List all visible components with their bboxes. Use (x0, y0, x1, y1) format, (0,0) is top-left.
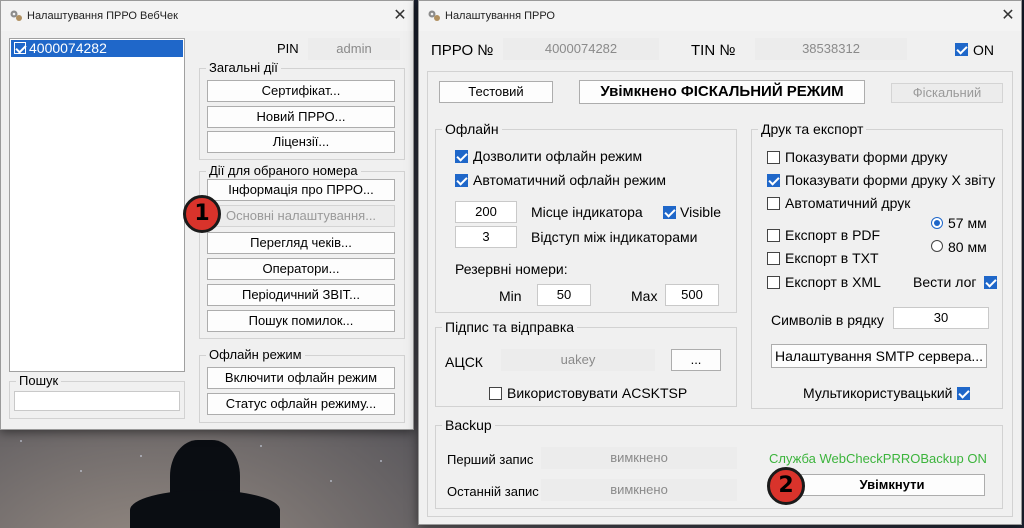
prro-list[interactable]: 4000074282 (9, 38, 185, 372)
on-label: ON (973, 42, 994, 58)
fiscal-button[interactable]: Фіскальний (891, 83, 1003, 103)
prro-number-label: ПРРО № (431, 42, 494, 59)
offline-enable-button[interactable]: Включити офлайн режим (207, 367, 395, 389)
show-forms-checkbox[interactable] (767, 151, 780, 164)
pin-field[interactable]: admin (308, 38, 400, 60)
title-bar: Налаштування ПРРО ВебЧек ✕ (1, 1, 413, 31)
tin-field[interactable]: 38538312 (755, 38, 907, 60)
licenses-button[interactable]: Ліцензії... (207, 131, 395, 153)
group-offline-title: Офлайн режим (206, 347, 305, 362)
offline-status-button[interactable]: Статус офлайн режиму... (207, 393, 395, 415)
signing-group-title: Підпис та відправка (442, 319, 578, 335)
error-search-button[interactable]: Пошук помилок... (207, 310, 395, 332)
last-record-label: Останній запис (447, 484, 539, 499)
right-window: Налаштування ПРРО ✕ ПРРО № 4000074282 TI… (418, 0, 1022, 525)
export-xml-label: Експорт в XML (785, 274, 881, 290)
on-checkbox[interactable] (955, 43, 968, 56)
periodic-report-button[interactable]: Періодичний ЗВІТ... (207, 284, 395, 306)
auto-offline-label: Автоматичний офлайн режим (473, 172, 667, 188)
max-label: Max (631, 288, 658, 304)
acsk-field[interactable]: uakey (501, 349, 655, 371)
enable-backup-button[interactable]: Увімкнути (799, 474, 985, 496)
print-group-title: Друк та експорт (758, 121, 867, 137)
show-forms-label: Показувати форми друку (785, 149, 948, 165)
multiuser-checkbox[interactable] (957, 387, 970, 400)
show-x-forms-label: Показувати форми друку Х звіту (785, 172, 996, 188)
backup-service-status: Служба WebCheckPRROBackup ON (769, 451, 987, 466)
acsktsp-checkbox[interactable] (489, 387, 502, 400)
export-txt-checkbox[interactable] (767, 252, 780, 265)
last-record-field[interactable]: вимкнено (541, 479, 737, 501)
backup-group-title: Backup (442, 417, 495, 433)
export-pdf-checkbox[interactable] (767, 229, 780, 242)
first-record-label: Перший запис (447, 452, 534, 467)
acsk-label: АЦСК (445, 354, 483, 370)
window-title: Налаштування ПРРО ВебЧек (27, 10, 178, 22)
allow-offline-checkbox[interactable] (455, 150, 468, 163)
visible-label: Visible (680, 204, 721, 220)
close-icon[interactable]: ✕ (999, 7, 1017, 25)
max-field[interactable]: 500 (665, 284, 719, 306)
acsk-browse-button[interactable]: ... (671, 349, 721, 371)
app-gear-icon (428, 10, 440, 21)
min-field[interactable]: 50 (537, 284, 591, 306)
export-xml-checkbox[interactable] (767, 276, 780, 289)
allow-offline-label: Дозволити офлайн режим (473, 148, 643, 164)
view-checks-button[interactable]: Перегляд чеків... (207, 232, 395, 254)
title-bar: Налаштування ПРРО ✕ (419, 1, 1021, 31)
list-item[interactable]: 4000074282 (11, 40, 183, 57)
tin-label: TIN № (691, 42, 736, 59)
group-selected-title: Дії для обраного номера (206, 163, 361, 178)
search-label: Пошук (16, 373, 62, 388)
auto-print-checkbox[interactable] (767, 197, 780, 210)
search-group: Пошук (9, 373, 185, 419)
main-settings-button[interactable]: Основні налаштування... (207, 205, 395, 227)
min-label: Min (499, 288, 522, 304)
symbols-label: Символів в рядку (771, 312, 884, 328)
indicator-position-label: Місце індикатора (531, 204, 643, 220)
width-80-radio[interactable] (931, 240, 943, 252)
app-gear-icon (10, 10, 22, 21)
symbols-field[interactable]: 30 (893, 307, 989, 329)
export-txt-label: Експорт в TXT (785, 250, 879, 266)
new-prro-button[interactable]: Новий ПРРО... (207, 106, 395, 128)
prro-number-field[interactable]: 4000074282 (503, 38, 659, 60)
auto-print-label: Автоматичний друк (785, 195, 911, 211)
group-general-title: Загальні дії (206, 60, 281, 75)
width-57-radio[interactable] (931, 217, 943, 229)
prro-info-button[interactable]: Інформація про ПРРО... (207, 179, 395, 201)
multiuser-label: Мультикористувацький (803, 385, 953, 401)
smtp-settings-button[interactable]: Налаштування SMTP сервера... (771, 344, 987, 368)
close-icon[interactable]: ✕ (391, 7, 409, 25)
reserve-numbers-label: Резервні номери: (455, 261, 568, 277)
list-item-checkbox[interactable] (14, 42, 26, 54)
window-title: Налаштування ПРРО (445, 10, 555, 22)
certificate-button[interactable]: Сертифікат... (207, 80, 395, 102)
indicator-position-field[interactable]: 200 (455, 201, 517, 223)
width-80-label: 80 мм (948, 239, 987, 255)
indicator-gap-field[interactable]: 3 (455, 226, 517, 248)
first-record-field[interactable]: вимкнено (541, 447, 737, 469)
export-pdf-label: Експорт в PDF (785, 227, 881, 243)
operators-button[interactable]: Оператори... (207, 258, 395, 280)
indicator-gap-label: Відступ між індикаторами (531, 229, 698, 245)
visible-checkbox[interactable] (663, 206, 676, 219)
annotation-badge-2: 2 (767, 467, 805, 505)
pin-label: PIN (277, 41, 299, 56)
fiscal-mode-status: Увімкнено ФІСКАЛЬНИЙ РЕЖИМ (579, 80, 865, 104)
width-57-label: 57 мм (948, 215, 987, 231)
annotation-badge-1: 1 (183, 195, 221, 233)
acsktsp-label: Використовувати ACSKTSP (507, 385, 688, 401)
auto-offline-checkbox[interactable] (455, 174, 468, 187)
show-x-forms-checkbox[interactable] (767, 174, 780, 187)
log-label: Вести лог (913, 274, 977, 290)
test-mode-button[interactable]: Тестовий (439, 81, 553, 103)
list-item-label: 4000074282 (29, 40, 107, 56)
search-input[interactable] (14, 391, 180, 411)
log-checkbox[interactable] (984, 276, 997, 289)
offline-group-title: Офлайн (442, 121, 502, 137)
